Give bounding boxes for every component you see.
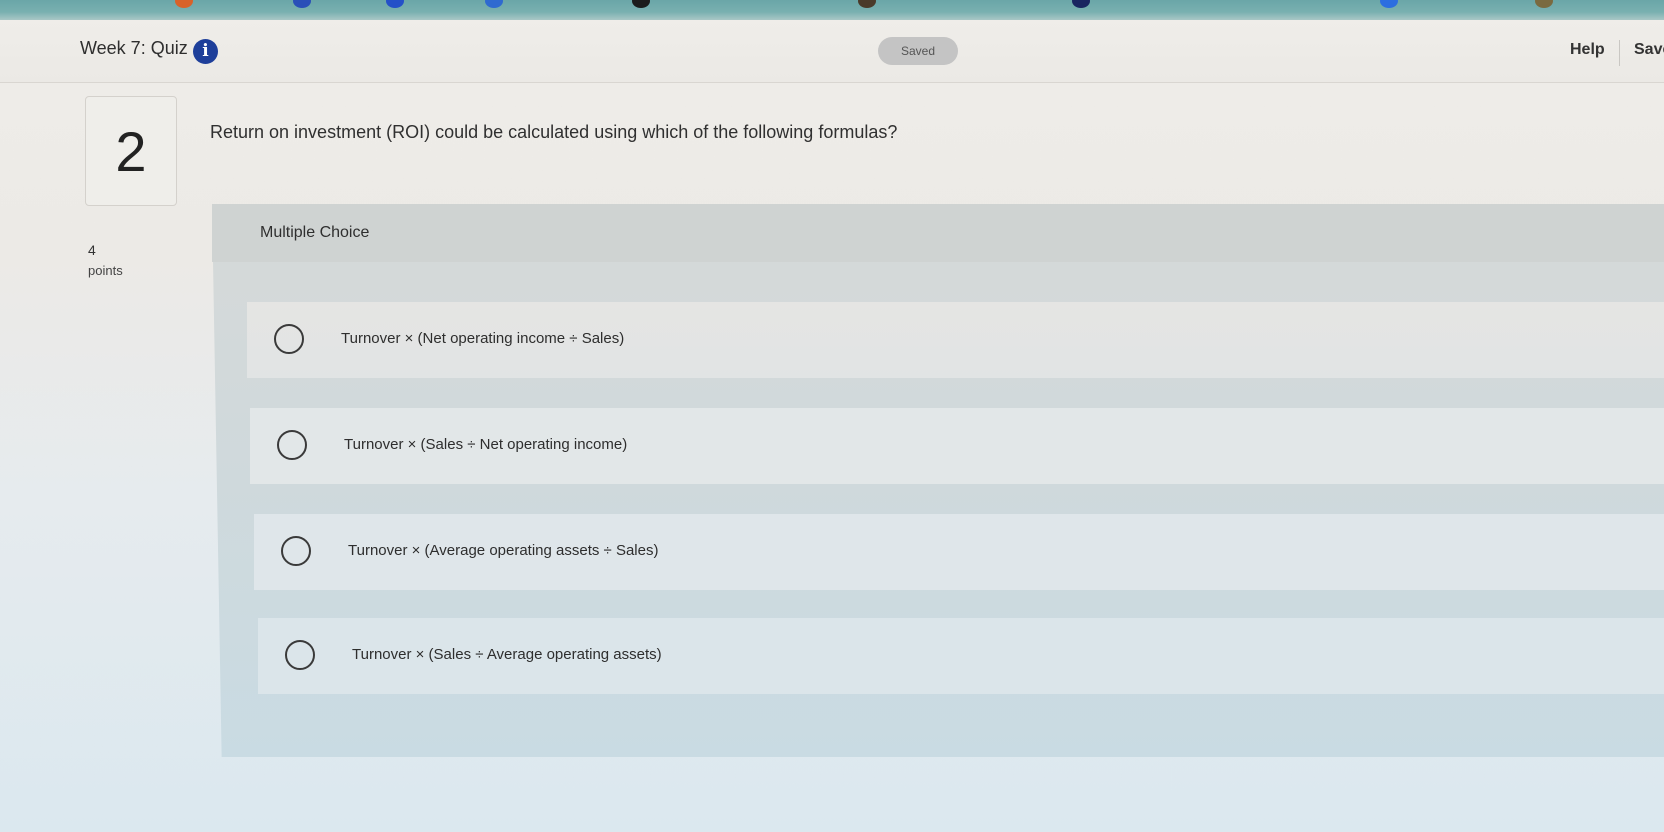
saved-status-badge: Saved bbox=[878, 37, 958, 65]
bookmark-icon bbox=[293, 0, 311, 8]
bookmark-icon bbox=[1380, 0, 1398, 8]
answer-option[interactable]: Turnover × (Sales ÷ Net operating income… bbox=[250, 408, 1664, 484]
save-link[interactable]: Save bbox=[1634, 41, 1664, 59]
answer-option[interactable]: Turnover × (Average operating assets ÷ S… bbox=[254, 514, 1664, 590]
browser-top-strip bbox=[0, 0, 1664, 20]
radio-button[interactable] bbox=[277, 430, 307, 460]
bookmark-icon bbox=[632, 0, 650, 8]
bookmark-icon bbox=[485, 0, 503, 8]
bookmark-icon bbox=[1072, 0, 1090, 8]
answer-option-label[interactable]: Turnover × (Sales ÷ Average operating as… bbox=[352, 646, 662, 663]
radio-button[interactable] bbox=[281, 536, 311, 566]
points-value: 4 bbox=[88, 242, 96, 258]
question-type-label: Multiple Choice bbox=[260, 224, 370, 241]
bookmark-icon bbox=[175, 0, 193, 8]
header-divider bbox=[1619, 40, 1620, 66]
answer-option[interactable]: Turnover × (Net operating income ÷ Sales… bbox=[247, 302, 1664, 378]
answer-option-label[interactable]: Turnover × (Average operating assets ÷ S… bbox=[348, 542, 658, 559]
answer-panel-header bbox=[212, 204, 1664, 262]
quiz-title: Week 7: Quiz bbox=[80, 38, 188, 58]
answer-option[interactable]: Turnover × (Sales ÷ Average operating as… bbox=[258, 618, 1664, 694]
help-link[interactable]: Help bbox=[1570, 41, 1605, 59]
radio-button[interactable] bbox=[285, 640, 315, 670]
question-number: 2 bbox=[85, 96, 177, 206]
info-icon[interactable]: i bbox=[193, 39, 218, 64]
points-label: points bbox=[88, 263, 123, 278]
answer-option-label[interactable]: Turnover × (Sales ÷ Net operating income… bbox=[344, 436, 627, 453]
radio-button[interactable] bbox=[274, 324, 304, 354]
quiz-header bbox=[0, 20, 1664, 83]
bookmark-icon bbox=[1535, 0, 1553, 8]
bookmark-icon bbox=[386, 0, 404, 8]
question-text: Return on investment (ROI) could be calc… bbox=[210, 122, 898, 142]
answer-option-label[interactable]: Turnover × (Net operating income ÷ Sales… bbox=[341, 330, 624, 347]
bookmark-icon bbox=[858, 0, 876, 8]
